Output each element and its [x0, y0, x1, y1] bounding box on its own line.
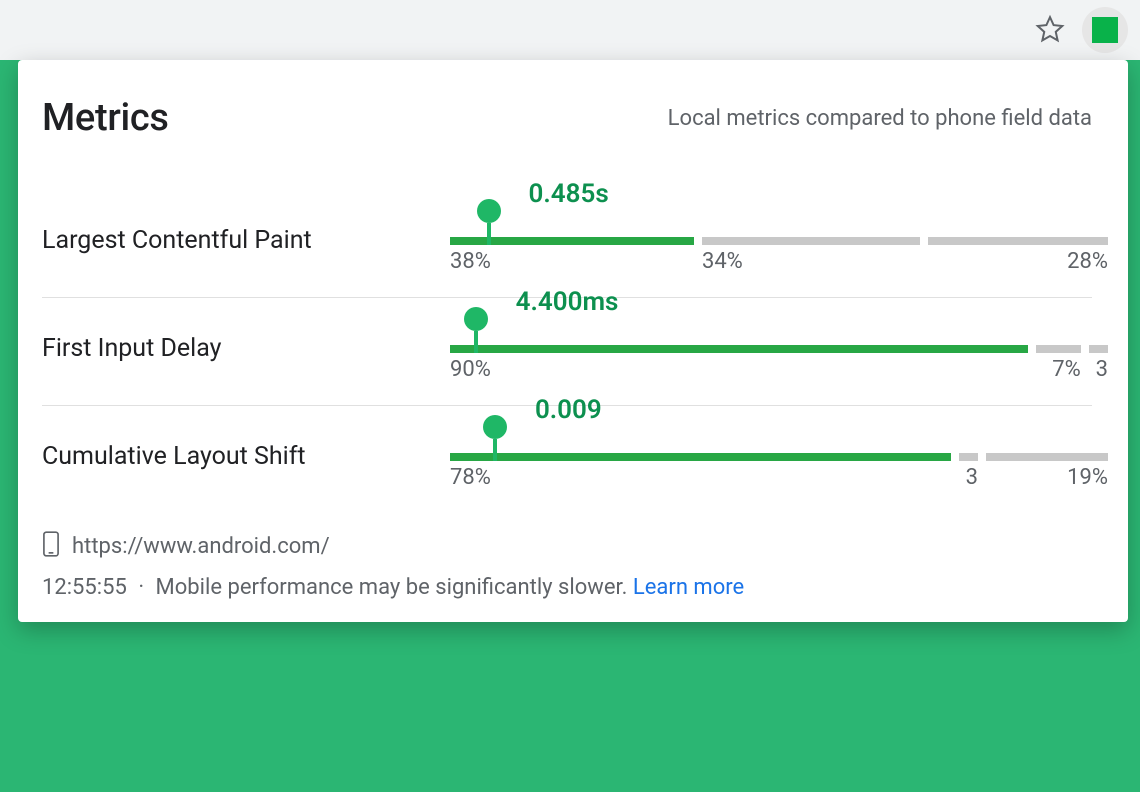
- extension-button[interactable]: [1082, 7, 1128, 53]
- phone-icon: [42, 531, 60, 561]
- distribution-segment: 28%: [928, 237, 1108, 245]
- bookmark-star-button[interactable]: [1032, 12, 1068, 48]
- local-value-marker: 0.485s: [477, 199, 501, 245]
- segment-label: 19%: [1067, 465, 1108, 490]
- panel-subtitle: Local metrics compared to phone field da…: [668, 106, 1092, 131]
- panel-footer: https://www.android.com/ 12:55:55 · Mobi…: [42, 531, 1092, 600]
- marker-stem: [487, 223, 491, 245]
- panel-title: Metrics: [42, 96, 169, 140]
- footer-url-row: https://www.android.com/: [42, 531, 1092, 561]
- marker-dot-icon: 0.009: [483, 415, 507, 439]
- distribution-segment: 90%: [450, 345, 1028, 353]
- panel-header: Metrics Local metrics compared to phone …: [42, 96, 1092, 140]
- distribution-bar: 90%7%3: [450, 345, 1092, 353]
- learn-more-link[interactable]: Learn more: [633, 575, 744, 600]
- marker-stem: [474, 331, 478, 353]
- distribution-segment: 3: [1089, 345, 1108, 353]
- distribution-segment: 7%: [1036, 345, 1081, 353]
- segment-label: 3: [1096, 357, 1108, 382]
- marker-dot-icon: 4.400ms: [464, 307, 488, 331]
- extension-status-icon: [1092, 17, 1118, 43]
- metrics-panel: Metrics Local metrics compared to phone …: [18, 60, 1128, 622]
- timestamp: 12:55:55: [42, 575, 127, 600]
- metric-chart: 38%34%28%0.485s: [450, 237, 1092, 245]
- segment-label: 28%: [1067, 249, 1108, 274]
- segment-label: 90%: [450, 357, 491, 382]
- segment-label: 38%: [450, 249, 491, 274]
- page-url: https://www.android.com/: [72, 534, 330, 559]
- distribution-segment: 78%: [450, 453, 951, 461]
- segment-label: 7%: [1052, 357, 1080, 382]
- distribution-segment: 3: [959, 453, 978, 461]
- metric-value: 0.485s: [529, 179, 609, 209]
- local-value-marker: 0.009: [483, 415, 507, 461]
- marker-dot-icon: 0.485s: [477, 199, 501, 223]
- metric-name: First Input Delay: [42, 334, 450, 363]
- distribution-segment: 19%: [986, 453, 1108, 461]
- star-icon: [1035, 14, 1065, 47]
- browser-toolbar: [0, 0, 1140, 60]
- metric-name: Largest Contentful Paint: [42, 226, 450, 255]
- metric-row: Largest Contentful Paint38%34%28%0.485s: [42, 190, 1092, 298]
- segment-label: 3: [966, 465, 978, 490]
- local-value-marker: 4.400ms: [464, 307, 488, 353]
- marker-stem: [493, 439, 497, 461]
- segment-label: 78%: [450, 465, 491, 490]
- segment-label: 34%: [702, 249, 743, 274]
- warning-text: Mobile performance may be significantly …: [156, 575, 628, 600]
- distribution-segment: 34%: [702, 237, 920, 245]
- distribution-bar: 38%34%28%: [450, 237, 1092, 245]
- separator-dot: ·: [138, 575, 144, 600]
- distribution-bar: 78%319%: [450, 453, 1092, 461]
- metric-value: 4.400ms: [516, 287, 619, 317]
- metric-row: Cumulative Layout Shift78%319%0.009: [42, 406, 1092, 513]
- metric-row: First Input Delay90%7%34.400ms: [42, 298, 1092, 406]
- metric-name: Cumulative Layout Shift: [42, 442, 450, 471]
- metric-chart: 90%7%34.400ms: [450, 345, 1092, 353]
- metric-value: 0.009: [535, 395, 602, 425]
- metric-chart: 78%319%0.009: [450, 453, 1092, 461]
- footer-status: 12:55:55 · Mobile performance may be sig…: [42, 575, 1092, 600]
